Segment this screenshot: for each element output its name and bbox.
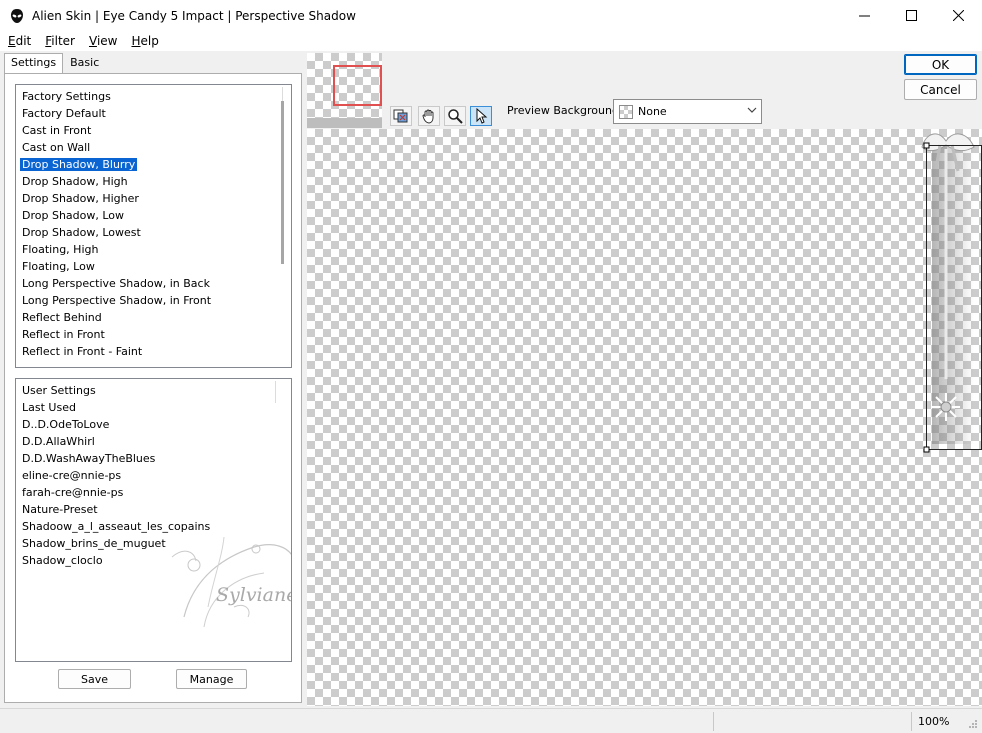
menu-bar: Edit Filter View Help bbox=[0, 31, 982, 51]
list-item[interactable]: Drop Shadow, Higher bbox=[16, 190, 291, 207]
list-item[interactable]: farah-cre@nnie-ps bbox=[16, 484, 291, 501]
list-item[interactable]: D.D.AllaWhirl bbox=[16, 433, 291, 450]
manage-button[interactable]: Manage bbox=[176, 669, 247, 689]
save-button[interactable]: Save bbox=[58, 669, 131, 689]
list-item-label: Nature-Preset bbox=[22, 503, 98, 516]
user-settings-list[interactable]: User Settings Last Used D..D.OdeToLove D.D… bbox=[15, 378, 292, 662]
list-item[interactable]: Drop Shadow, High bbox=[16, 173, 291, 190]
preview-toggle-button[interactable] bbox=[390, 106, 412, 126]
list-item-label: Factory Default bbox=[22, 107, 106, 120]
status-separator bbox=[911, 712, 912, 731]
list-item-label: Reflect Behind bbox=[22, 311, 102, 324]
list-item-label: farah-cre@nnie-ps bbox=[22, 486, 124, 499]
list-item-label: Floating, High bbox=[22, 243, 99, 256]
preview-background-value: None bbox=[638, 105, 667, 118]
menu-help[interactable]: Help bbox=[123, 34, 164, 48]
list-item-label: D.D.WashAwayTheBlues bbox=[22, 452, 156, 465]
list-item-label: Drop Shadow, Blurry bbox=[18, 157, 139, 172]
window-title: Alien Skin | Eye Candy 5 Impact | Perspe… bbox=[32, 8, 356, 23]
list-item[interactable]: Nature-Preset bbox=[16, 501, 291, 518]
preview-background-label: Preview Background: bbox=[507, 104, 623, 117]
arrow-pointer-icon bbox=[476, 108, 488, 124]
preview-object[interactable] bbox=[912, 129, 982, 459]
watermark-text: Sylviane bbox=[216, 584, 292, 606]
navigator-thumbnail[interactable] bbox=[307, 53, 382, 128]
magnifier-icon bbox=[448, 109, 463, 124]
list-item-label: Shadow_brins_de_muguet bbox=[22, 537, 166, 550]
maximize-icon bbox=[906, 10, 917, 21]
list-item[interactable]: Long Perspective Shadow, in Back bbox=[16, 275, 291, 292]
list-item-label: Reflect in Front - Faint bbox=[22, 345, 143, 358]
list-item-label: Drop Shadow, Lowest bbox=[22, 226, 141, 239]
pointer-tool-button[interactable] bbox=[470, 106, 492, 126]
minimize-icon bbox=[859, 15, 870, 17]
preview-toggle-icon bbox=[393, 109, 408, 123]
menu-view[interactable]: View bbox=[81, 34, 123, 48]
list-item[interactable]: Reflect in Front bbox=[16, 326, 291, 343]
hand-icon bbox=[422, 109, 434, 124]
settings-tabs: Settings Basic bbox=[4, 53, 106, 74]
menu-filter[interactable]: Filter bbox=[37, 34, 81, 48]
list-item[interactable]: Reflect Behind bbox=[16, 309, 291, 326]
list-item-label: Reflect in Front bbox=[22, 328, 105, 341]
close-icon bbox=[953, 10, 964, 21]
list-item[interactable]: Drop Shadow, Blurry bbox=[16, 156, 291, 173]
list-item[interactable]: Reflect in Front - Faint bbox=[16, 343, 291, 360]
list-item-label: eline-cre@nnie-ps bbox=[22, 469, 122, 482]
list-item-label: Drop Shadow, Low bbox=[22, 209, 125, 222]
list-item[interactable]: Drop Shadow, Lowest bbox=[16, 224, 291, 241]
factory-list-scrollbar[interactable] bbox=[281, 101, 284, 264]
navigator-strip bbox=[307, 118, 382, 128]
list-item[interactable]: Long Perspective Shadow, in Front bbox=[16, 292, 291, 309]
list-item[interactable]: Drop Shadow, Low bbox=[16, 207, 291, 224]
list-item[interactable]: Factory Default bbox=[16, 105, 291, 122]
list-item-label: Shadow_cloclo bbox=[22, 554, 103, 567]
list-item-label: Floating, Low bbox=[22, 260, 95, 273]
list-item[interactable]: Cast in Front bbox=[16, 122, 291, 139]
title-bar: Alien Skin | Eye Candy 5 Impact | Perspe… bbox=[0, 0, 982, 31]
close-button[interactable] bbox=[935, 0, 982, 31]
tab-basic[interactable]: Basic bbox=[63, 53, 106, 73]
ok-button[interactable]: OK bbox=[904, 54, 977, 75]
chevron-down-icon bbox=[747, 107, 757, 113]
watermark-logo bbox=[171, 536, 291, 628]
maximize-button[interactable] bbox=[888, 0, 935, 31]
list-item[interactable]: D.D.WashAwayTheBlues bbox=[16, 450, 291, 467]
header-separator bbox=[275, 381, 276, 403]
list-item-label: D.D.AllaWhirl bbox=[22, 435, 95, 448]
zoom-tool-button[interactable] bbox=[444, 106, 466, 126]
list-item[interactable]: Cast on Wall bbox=[16, 139, 291, 156]
list-item[interactable]: Floating, Low bbox=[16, 258, 291, 275]
tab-settings[interactable]: Settings bbox=[4, 53, 64, 74]
list-item-label: Long Perspective Shadow, in Back bbox=[22, 277, 210, 290]
list-item[interactable]: Floating, High bbox=[16, 241, 291, 258]
list-item-label: Last Used bbox=[22, 401, 76, 414]
background-swatch bbox=[619, 104, 633, 119]
list-item-label: D..D.OdeToLove bbox=[22, 418, 110, 431]
hand-tool-button[interactable] bbox=[418, 106, 440, 126]
status-bar: 100% bbox=[0, 708, 982, 733]
list-item-label: Drop Shadow, Higher bbox=[22, 192, 139, 205]
zoom-level: 100% bbox=[918, 715, 950, 728]
user-settings-header: User Settings bbox=[22, 384, 96, 397]
factory-settings-header: Factory Settings bbox=[22, 90, 111, 103]
alien-head-icon bbox=[11, 8, 23, 23]
minimize-button[interactable] bbox=[841, 0, 888, 31]
list-item[interactable]: eline-cre@nnie-ps bbox=[16, 467, 291, 484]
list-item-label: Cast on Wall bbox=[22, 141, 91, 154]
list-item[interactable]: Last Used bbox=[16, 399, 291, 416]
preview-background-select[interactable]: None bbox=[613, 99, 762, 124]
factory-settings-list[interactable]: Factory Settings Factory Default Cast in … bbox=[15, 84, 292, 368]
status-separator bbox=[713, 712, 714, 731]
preview-canvas[interactable] bbox=[307, 129, 982, 706]
list-item-label: Cast in Front bbox=[22, 124, 92, 137]
navigator-viewport-rect[interactable] bbox=[333, 65, 382, 106]
list-item-label: Long Perspective Shadow, in Front bbox=[22, 294, 212, 307]
list-item-label: Drop Shadow, High bbox=[22, 175, 128, 188]
settings-panel: Factory Settings Factory Default Cast in … bbox=[4, 73, 302, 703]
menu-edit[interactable]: Edit bbox=[0, 34, 37, 48]
resize-grip-icon[interactable] bbox=[968, 719, 978, 729]
list-item[interactable]: D..D.OdeToLove bbox=[16, 416, 291, 433]
cancel-button[interactable]: Cancel bbox=[904, 79, 977, 100]
